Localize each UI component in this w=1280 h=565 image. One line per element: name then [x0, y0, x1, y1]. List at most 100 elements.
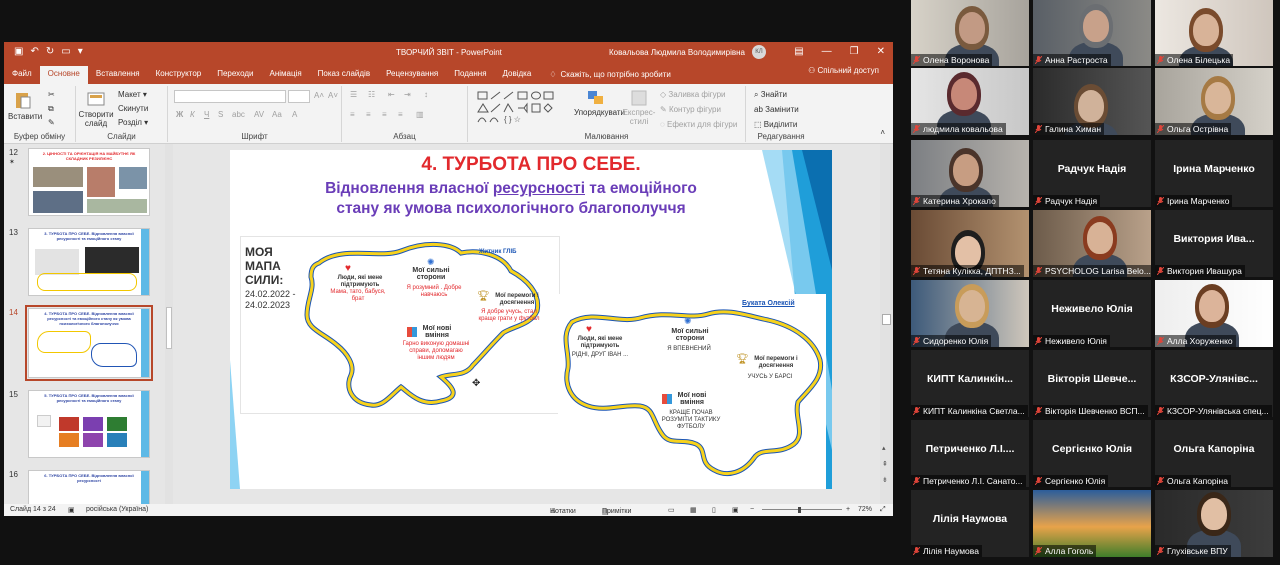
font-name-select[interactable] [174, 90, 286, 103]
paste-button[interactable]: Вставити [8, 90, 42, 121]
bullets-icon[interactable]: ☰ [350, 90, 357, 99]
shadow-icon[interactable]: S [218, 110, 223, 119]
participant-tile[interactable]: Ірина Марченко Ірина Марченко [1155, 140, 1273, 207]
select-button[interactable]: ⬚ Виділити [754, 120, 797, 129]
zoom-level[interactable]: 72% [858, 506, 872, 513]
language-indicator[interactable]: російська (Україна) [86, 506, 148, 513]
participant-tile[interactable]: КИПТ Калинкін... КИПТ Калинкіна Светла... [911, 350, 1029, 417]
participant-tile[interactable]: Виктория Ива... Виктория Ивашура [1155, 210, 1273, 277]
scrollbar-thumb[interactable] [882, 314, 891, 325]
tab-help[interactable]: Довідка [495, 66, 540, 84]
zoom-in-icon[interactable]: + [846, 506, 850, 513]
bold-icon[interactable]: Ж [176, 110, 183, 119]
participant-tile[interactable]: Вікторія Шевче... Вікторія Шевченко ВСП..… [1033, 350, 1151, 417]
case-icon[interactable]: Aa [272, 110, 282, 119]
tab-transitions[interactable]: Переходи [209, 66, 261, 84]
participant-tile[interactable]: Олена Воронова [911, 0, 1029, 66]
spacing-icon[interactable]: AV [254, 110, 264, 119]
sorter-view-icon[interactable]: ▦ [690, 506, 697, 514]
arrange-button[interactable]: Упорядкувати [574, 90, 625, 117]
cut-icon[interactable]: ✂ [48, 90, 55, 99]
slideshow-start-icon[interactable]: ▭ [61, 47, 70, 57]
shape-effects-button[interactable]: ◌ Ефекти для фігури [660, 120, 737, 129]
tab-animations[interactable]: Анімація [261, 66, 309, 84]
columns-icon[interactable]: ▥ [416, 110, 424, 119]
tab-insert[interactable]: Вставлення [88, 66, 148, 84]
align-left-icon[interactable]: ≡ [350, 110, 355, 119]
participant-tile[interactable]: Ольга Острівна [1155, 68, 1273, 135]
tab-slideshow[interactable]: Показ слайдів [310, 66, 378, 84]
participant-tile[interactable]: Радчук Надія Радчук Надія [1033, 140, 1151, 207]
participant-tile[interactable]: Катерина Хрокало [911, 140, 1029, 207]
minimize-icon[interactable]: — [822, 46, 832, 57]
italic-icon[interactable]: К [190, 110, 195, 119]
next-slide-icon[interactable]: ⇟ [882, 476, 888, 484]
tab-home[interactable]: Основне [39, 66, 88, 84]
tell-me-box[interactable]: ♢ Скажіть, що потрібно зробити [539, 66, 671, 84]
decrease-indent-icon[interactable]: ⇤ [388, 90, 395, 99]
account-avatar[interactable]: КЛ [752, 45, 766, 59]
zoom-slider[interactable] [762, 509, 842, 510]
zoom-out-icon[interactable]: − [750, 506, 754, 513]
increase-indent-icon[interactable]: ⇥ [404, 90, 411, 99]
strikethrough-icon[interactable]: abc [232, 110, 245, 119]
participant-tile[interactable]: Глухівське ВПУ [1155, 490, 1273, 557]
line-spacing-icon[interactable]: ↕ [424, 90, 428, 99]
account-name[interactable]: Ковальова Людмила Володимирівна [609, 48, 745, 57]
slide-thumbnail[interactable]: 2. ЦІННОСТІ ТА ОРІЄНТАЦІЯ НА МАЙБУТНЄ ЯК… [28, 148, 150, 216]
participant-tile[interactable]: Тетяна Кулікка, ДПТНЗ... [911, 210, 1029, 277]
layout-button[interactable]: Макет ▾ [118, 90, 147, 99]
collapse-ribbon-icon[interactable]: ˄ [880, 128, 885, 137]
restore-icon[interactable]: ❐ [850, 46, 859, 57]
align-right-icon[interactable]: ≡ [382, 110, 387, 119]
format-painter-icon[interactable]: ✎ [48, 118, 55, 127]
tab-view[interactable]: Подання [446, 66, 494, 84]
undo-icon[interactable]: ↶ [30, 47, 38, 57]
redo-icon[interactable]: ↻ [46, 47, 54, 57]
participant-tile[interactable]: PSYCHOLOG Larisa Belo... [1033, 210, 1151, 277]
slide-thumbnail-active[interactable]: 4. ТУРБОТА ПРО СЕБЕ. Відновлення власної… [25, 305, 153, 381]
slideshow-view-icon[interactable]: ▣ [732, 506, 739, 514]
participant-tile[interactable]: Неживело Юлія Неживело Юлія [1033, 280, 1151, 347]
participant-tile[interactable]: Лілія Наумова Лілія Наумова [911, 490, 1029, 557]
prev-slide-icon[interactable]: ⇞ [882, 460, 888, 468]
justify-icon[interactable]: ≡ [398, 110, 403, 119]
scroll-up-icon[interactable]: ▴ [882, 444, 886, 452]
thumbnails-scrollbar[interactable] [165, 144, 173, 504]
save-icon[interactable]: ▣ [14, 47, 23, 57]
shape-outline-button[interactable]: ✎ Контур фігури [660, 105, 721, 114]
copy-icon[interactable]: ⧉ [48, 104, 54, 113]
close-icon[interactable]: ✕ [877, 46, 885, 57]
grow-font-icon[interactable]: A˄ [314, 91, 324, 100]
participant-tile[interactable]: Сидоренко Юлія [911, 280, 1029, 347]
scrollbar-thumb[interactable] [166, 307, 172, 349]
find-button[interactable]: ⌕ Знайти [754, 90, 787, 99]
font-size-select[interactable] [288, 90, 310, 103]
participant-tile[interactable]: Олена Білецька [1155, 0, 1273, 66]
reading-view-icon[interactable]: ▯ [712, 506, 716, 514]
spellcheck-icon[interactable]: ▣ [68, 506, 75, 514]
customize-toolbar-icon[interactable]: ▾ [78, 47, 83, 57]
tab-design[interactable]: Конструктор [148, 66, 210, 84]
participant-tile[interactable]: Анна Растроста [1033, 0, 1151, 66]
shapes-gallery[interactable]: { } ☆ [476, 90, 568, 124]
fit-slide-icon[interactable]: ⤢ [880, 506, 886, 514]
tab-review[interactable]: Рецензування [378, 66, 446, 84]
align-center-icon[interactable]: ≡ [366, 110, 371, 119]
shape-fill-button[interactable]: ◇ Заливка фігури [660, 90, 726, 99]
participant-tile[interactable]: Алла Гоголь [1033, 490, 1151, 557]
slide-thumbnail[interactable]: 3. ТУРБОТА ПРО СЕБЕ. Відновлення власної… [28, 228, 150, 296]
new-slide-button[interactable]: Створити слайд [78, 90, 114, 128]
share-button[interactable]: ⚇ Спільний доступ [808, 66, 879, 75]
replace-button[interactable]: ab Замінити [754, 105, 799, 114]
reset-button[interactable]: Скинути [118, 104, 148, 113]
participant-tile[interactable]: Сергієнко Юлія Сергієнко Юлія [1033, 420, 1151, 487]
slide-canvas[interactable]: 4. ТУРБОТА ПРО СЕБЕ. Відновлення власної… [230, 150, 832, 489]
quick-styles-button[interactable]: Експрес-стилі [622, 90, 656, 126]
slide-scrollbar[interactable]: ▴ ⇞ ⇟ [880, 144, 893, 504]
participant-tile[interactable]: Галина Химан [1033, 68, 1151, 135]
tab-file[interactable]: Файл [4, 66, 40, 84]
underline-icon[interactable]: Ч [204, 110, 209, 119]
slide-thumbnail[interactable]: 5. ТУРБОТА ПРО СЕБЕ. Відновлення власної… [28, 390, 150, 458]
participant-tile[interactable]: Петриченко Л.І.... Петриченко Л.І. Санато… [911, 420, 1029, 487]
